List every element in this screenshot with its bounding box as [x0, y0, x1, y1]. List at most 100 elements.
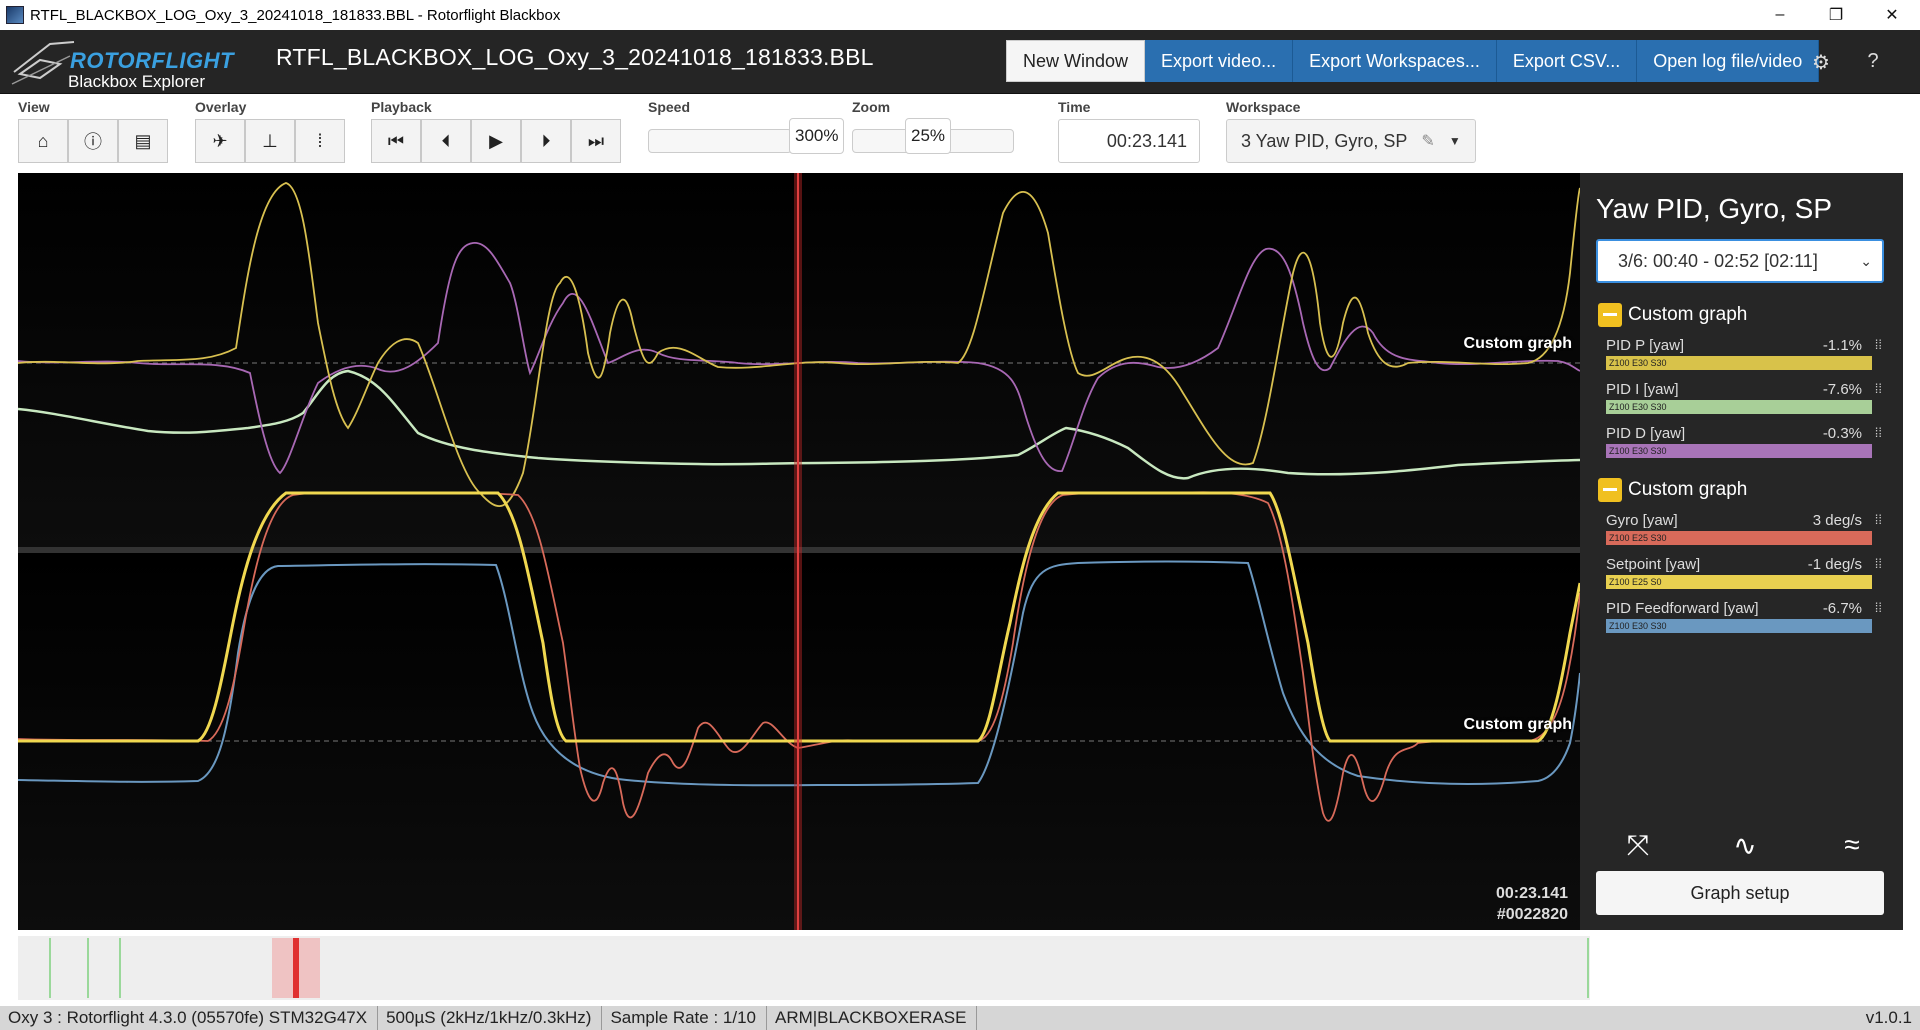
- toolbar: View ⌂ ⓘ ▤ Overlay ✈ ⊥ ⁞ Playback ⏮ ⏴ ▶ …: [0, 95, 1920, 173]
- status-flags: ARM|BLACKBOXERASE: [767, 1006, 978, 1030]
- field-color-bar: Z100 E30 S30: [1606, 619, 1872, 633]
- minimize-button[interactable]: –: [1752, 0, 1808, 30]
- field-analyser-icon[interactable]: ⁞⁞: [1875, 512, 1882, 527]
- field-value: -7.6%: [1822, 381, 1862, 398]
- seek-position[interactable]: [293, 938, 299, 998]
- field-analyser-icon[interactable]: ⁞⁞: [1875, 337, 1882, 352]
- play-icon[interactable]: ▶: [471, 119, 521, 163]
- log-table-icon[interactable]: ▤: [118, 119, 168, 163]
- legend-group-header[interactable]: Custom graph: [1598, 476, 1888, 504]
- step-forward-icon[interactable]: ⏵: [521, 119, 571, 163]
- legend-group-title: Custom graph: [1628, 304, 1748, 325]
- home-icon[interactable]: ⌂: [18, 119, 68, 163]
- smoothing-icon[interactable]: ≈: [1834, 829, 1870, 862]
- export-csv-button[interactable]: Export CSV...: [1496, 40, 1638, 82]
- analyser-overlay-icon[interactable]: ⁞: [295, 119, 345, 163]
- time-group: Time 00:23.141: [1058, 99, 1200, 163]
- graph-setup-button[interactable]: Graph setup: [1596, 871, 1884, 915]
- maximize-button[interactable]: ❐: [1808, 0, 1864, 30]
- sticks-overlay-icon[interactable]: ⊥: [245, 119, 295, 163]
- help-icon[interactable]: ?: [1862, 50, 1884, 75]
- field-value: 3 deg/s: [1812, 512, 1862, 529]
- legend-group-title: Custom graph: [1628, 479, 1748, 500]
- zoom-group: Zoom 25%: [852, 99, 1014, 154]
- field-color-bar: Z100 E30 S30: [1606, 444, 1872, 458]
- field-color-bar: Z100 E25 S30: [1606, 531, 1872, 545]
- speed-value[interactable]: 300%: [789, 118, 845, 154]
- workspace-label: Workspace: [1226, 99, 1301, 115]
- zoom-axis-icon[interactable]: ⤧: [1620, 829, 1656, 862]
- pencil-icon[interactable]: ✎: [1421, 131, 1434, 151]
- legend-field[interactable]: PID D [yaw] -0.3% ⁞⁞ Z100 E30 S30: [1598, 425, 1888, 461]
- info-icon[interactable]: ⓘ: [68, 119, 118, 163]
- playback-group: Playback ⏮ ⏴ ▶ ⏵ ⏭: [371, 99, 621, 163]
- log-filename: RTFL_BLACKBOX_LOG_Oxy_3_20241018_181833.…: [276, 44, 874, 70]
- gear-icon[interactable]: ⚙: [1810, 50, 1832, 75]
- seek-bar[interactable]: [18, 936, 1590, 1000]
- app-icon: [6, 6, 24, 24]
- speed-slider[interactable]: 300%: [648, 118, 845, 154]
- status-bar: Oxy 3 : Rotorflight 4.3.0 (05570fe) STM3…: [0, 1006, 1920, 1030]
- brand-subtitle: Blackbox Explorer: [68, 72, 206, 91]
- legend-group-2: Custom graph Gyro [yaw] 3 deg/s ⁞⁞ Z100 …: [1598, 476, 1888, 636]
- field-analyser-icon[interactable]: ⁞⁞: [1875, 425, 1882, 440]
- graph-timestamp: 00:23.141: [1495, 885, 1568, 902]
- rotorflight-logo: ROTORFLIGHT Blackbox Explorer: [10, 34, 233, 92]
- craft-overlay-icon[interactable]: ✈: [195, 119, 245, 163]
- brand-name: ROTORFLIGHT: [70, 48, 234, 73]
- step-back-icon[interactable]: ⏴: [421, 119, 471, 163]
- legend-group-1: Custom graph PID P [yaw] -1.1% ⁞⁞ Z100 E…: [1598, 301, 1888, 461]
- workspace-select[interactable]: 3 Yaw PID, Gyro, SP ✎ ▼: [1226, 119, 1476, 163]
- field-analyser-icon[interactable]: ⁞⁞: [1875, 600, 1882, 615]
- new-window-button[interactable]: New Window: [1006, 40, 1146, 82]
- field-value: -1.1%: [1822, 337, 1862, 354]
- app-version: v1.0.1: [1865, 1008, 1912, 1027]
- graph-canvas[interactable]: Custom graph Custom graph 00:23.141 #002…: [18, 173, 1580, 930]
- workspace-value: 3 Yaw PID, Gyro, SP: [1241, 130, 1408, 151]
- jump-start-icon[interactable]: ⏮: [371, 119, 421, 163]
- waveform-icon[interactable]: ∿: [1727, 829, 1763, 862]
- bottom-graph-label: Custom graph: [1463, 716, 1572, 733]
- speed-label: Speed: [648, 99, 691, 115]
- open-log-button[interactable]: Open log file/video: [1637, 40, 1820, 82]
- field-analyser-icon[interactable]: ⁞⁞: [1875, 381, 1882, 396]
- app-header: ROTORFLIGHT Blackbox Explorer RTFL_BLACK…: [0, 30, 1920, 94]
- zoom-value[interactable]: 25%: [905, 118, 952, 154]
- legend-field[interactable]: PID I [yaw] -7.6% ⁞⁞ Z100 E30 S30: [1598, 381, 1888, 417]
- field-name: PID D [yaw]: [1606, 425, 1686, 442]
- overlay-group: Overlay ✈ ⊥ ⁞: [195, 99, 345, 163]
- top-graph-label: Custom graph: [1463, 335, 1572, 352]
- collapse-icon[interactable]: [1598, 478, 1622, 502]
- field-value: -0.3%: [1822, 425, 1862, 442]
- status-loop-time: 500µS (2kHz/1kHz/0.3kHz): [378, 1006, 603, 1030]
- workspace-group: Workspace 3 Yaw PID, Gyro, SP ✎ ▼: [1226, 99, 1476, 163]
- graph-frame-number: #0022820: [1496, 906, 1568, 923]
- field-analyser-icon[interactable]: ⁞⁞: [1875, 556, 1882, 571]
- field-name: Setpoint [yaw]: [1606, 556, 1701, 573]
- field-color-bar: Z100 E30 S30: [1606, 400, 1872, 414]
- window-titlebar: RTFL_BLACKBOX_LOG_Oxy_3_20241018_181833.…: [0, 0, 1920, 30]
- view-group: View ⌂ ⓘ ▤: [18, 99, 168, 163]
- log-range-select[interactable]: 3/6: 00:40 - 02:52 [02:11] ⌄: [1596, 239, 1884, 283]
- legend-field[interactable]: Setpoint [yaw] -1 deg/s ⁞⁞ Z100 E25 S0: [1598, 556, 1888, 592]
- collapse-icon[interactable]: [1598, 303, 1622, 327]
- playback-label: Playback: [371, 99, 432, 115]
- close-button[interactable]: ✕: [1864, 0, 1920, 30]
- export-video-button[interactable]: Export video...: [1145, 40, 1294, 82]
- field-value: -1 deg/s: [1807, 556, 1862, 573]
- speed-group: Speed 300%: [648, 99, 845, 154]
- zoom-slider[interactable]: 25%: [852, 118, 1014, 154]
- legend-group-header[interactable]: Custom graph: [1598, 301, 1888, 329]
- caret-down-icon[interactable]: ▼: [1449, 134, 1461, 148]
- legend-field[interactable]: PID P [yaw] -1.1% ⁞⁞ Z100 E30 S30: [1598, 337, 1888, 373]
- time-input[interactable]: 00:23.141: [1058, 119, 1200, 163]
- jump-end-icon[interactable]: ⏭: [571, 119, 621, 163]
- export-workspaces-button[interactable]: Export Workspaces...: [1293, 40, 1497, 82]
- field-name: PID Feedforward [yaw]: [1606, 600, 1759, 617]
- status-firmware: Oxy 3 : Rotorflight 4.3.0 (05570fe) STM3…: [0, 1006, 379, 1030]
- legend-field[interactable]: PID Feedforward [yaw] -6.7% ⁞⁞ Z100 E30 …: [1598, 600, 1888, 636]
- field-name: Gyro [yaw]: [1606, 512, 1678, 529]
- legend-field[interactable]: Gyro [yaw] 3 deg/s ⁞⁞ Z100 E25 S30: [1598, 512, 1888, 548]
- time-label: Time: [1058, 99, 1091, 115]
- overlay-label: Overlay: [195, 99, 247, 115]
